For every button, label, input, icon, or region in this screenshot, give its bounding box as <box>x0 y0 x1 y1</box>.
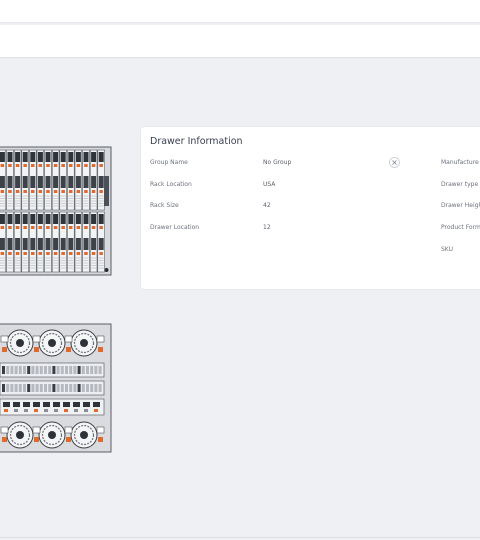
rack-location-value: USA <box>263 181 276 188</box>
drawer-location-value: 12 <box>263 224 271 231</box>
drawer-type-label: Drawer type <box>441 181 479 188</box>
top-header-bar <box>0 0 480 23</box>
drawer-height-label: Drawer Heigh <box>441 202 480 209</box>
manufacture-label: Manufacture <box>441 159 479 166</box>
group-name-label: Group Name <box>150 159 188 166</box>
rack-location-label: Rack Location <box>150 181 192 188</box>
clear-group-button[interactable] <box>389 157 400 168</box>
toolbar-bar <box>0 25 480 58</box>
rack-size-value: 42 <box>263 202 271 209</box>
close-icon <box>392 160 397 165</box>
drawer-information-card: Drawer Information Group Name No Group R… <box>141 127 480 289</box>
card-title: Drawer Information <box>150 136 243 147</box>
drawer-front-image <box>0 146 112 276</box>
rack-size-label: Rack Size <box>150 202 179 209</box>
drawer-location-label: Drawer Location <box>150 224 200 231</box>
product-form-label: Product Form <box>441 224 480 231</box>
footer-divider <box>0 537 480 538</box>
drawer-rear-image <box>0 323 112 453</box>
group-name-value: No Group <box>263 159 292 166</box>
sku-label: SKU <box>441 246 453 253</box>
